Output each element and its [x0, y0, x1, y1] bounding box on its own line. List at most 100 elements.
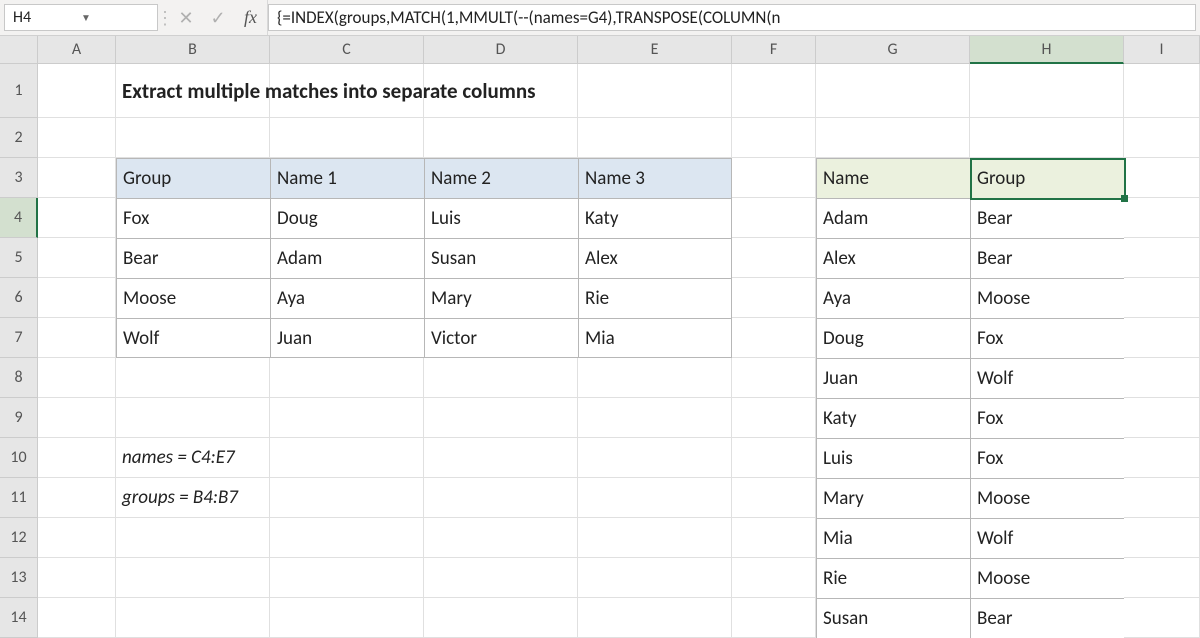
cell-A3[interactable]: [38, 158, 116, 198]
cell-E8[interactable]: [578, 358, 732, 398]
col-header-I[interactable]: I: [1124, 36, 1200, 64]
cell-B11[interactable]: groups = B4:B7: [116, 478, 270, 518]
cell-A8[interactable]: [38, 358, 116, 398]
cell-H1[interactable]: [970, 64, 1124, 118]
cell-C8[interactable]: [270, 358, 424, 398]
cell-F9[interactable]: [732, 398, 816, 438]
cell-F2[interactable]: [732, 118, 816, 158]
cell-H4[interactable]: Bear: [970, 198, 1124, 238]
cell-G2[interactable]: [816, 118, 970, 158]
cell-E12[interactable]: [578, 518, 732, 558]
cell-D12[interactable]: [424, 518, 578, 558]
cell-F1[interactable]: [732, 64, 816, 118]
cell-A6[interactable]: [38, 278, 116, 318]
cell-H11[interactable]: Moose: [970, 478, 1124, 518]
row-header-5[interactable]: 5: [0, 238, 38, 278]
row-header-2[interactable]: 2: [0, 118, 38, 158]
cell-F10[interactable]: [732, 438, 816, 478]
cell-G13[interactable]: Rie: [816, 558, 970, 598]
cell-C4[interactable]: Doug: [270, 198, 424, 238]
cell-H10[interactable]: Fox: [970, 438, 1124, 478]
cell-E2[interactable]: [578, 118, 732, 158]
cell-A5[interactable]: [38, 238, 116, 278]
cell-I4[interactable]: [1124, 198, 1200, 238]
cell-H13[interactable]: Moose: [970, 558, 1124, 598]
cell-C6[interactable]: Aya: [270, 278, 424, 318]
cell-I9[interactable]: [1124, 398, 1200, 438]
cell-F13[interactable]: [732, 558, 816, 598]
cell-G6[interactable]: Aya: [816, 278, 970, 318]
cell-D8[interactable]: [424, 358, 578, 398]
row-header-8[interactable]: 8: [0, 358, 38, 398]
col-header-H[interactable]: H: [970, 36, 1124, 64]
name-box[interactable]: H4 ▼: [4, 4, 158, 31]
cell-H14[interactable]: Bear: [970, 598, 1124, 638]
cell-G7[interactable]: Doug: [816, 318, 970, 358]
cell-I8[interactable]: [1124, 358, 1200, 398]
cell-D4[interactable]: Luis: [424, 198, 578, 238]
cell-C10[interactable]: [270, 438, 424, 478]
cell-I6[interactable]: [1124, 278, 1200, 318]
cell-E13[interactable]: [578, 558, 732, 598]
cell-G5[interactable]: Alex: [816, 238, 970, 278]
cell-D7[interactable]: Victor: [424, 318, 578, 358]
select-all-corner[interactable]: [0, 36, 38, 64]
worksheet[interactable]: A B C D E F G H I 1 Extract multiple mat…: [0, 36, 1200, 630]
cell-G3[interactable]: Name: [816, 158, 970, 198]
cell-H12[interactable]: Wolf: [970, 518, 1124, 558]
cell-D11[interactable]: [424, 478, 578, 518]
cell-F12[interactable]: [732, 518, 816, 558]
cell-C7[interactable]: Juan: [270, 318, 424, 358]
cell-C12[interactable]: [270, 518, 424, 558]
cell-D10[interactable]: [424, 438, 578, 478]
col-header-D[interactable]: D: [424, 36, 578, 64]
cell-B2[interactable]: [116, 118, 270, 158]
row-header-10[interactable]: 10: [0, 438, 38, 478]
cell-F11[interactable]: [732, 478, 816, 518]
cell-B9[interactable]: [116, 398, 270, 438]
cell-A11[interactable]: [38, 478, 116, 518]
cell-I12[interactable]: [1124, 518, 1200, 558]
cell-E7[interactable]: Mia: [578, 318, 732, 358]
col-header-F[interactable]: F: [732, 36, 816, 64]
cell-E4[interactable]: Katy: [578, 198, 732, 238]
cell-G12[interactable]: Mia: [816, 518, 970, 558]
cell-B13[interactable]: [116, 558, 270, 598]
row-header-11[interactable]: 11: [0, 478, 38, 518]
cell-I11[interactable]: [1124, 478, 1200, 518]
col-header-C[interactable]: C: [270, 36, 424, 64]
cell-D6[interactable]: Mary: [424, 278, 578, 318]
cell-H2[interactable]: [970, 118, 1124, 158]
cell-H3[interactable]: Group: [970, 158, 1124, 198]
cell-C3[interactable]: Name 1: [270, 158, 424, 198]
cell-D3[interactable]: Name 2: [424, 158, 578, 198]
cell-F14[interactable]: [732, 598, 816, 638]
cell-D2[interactable]: [424, 118, 578, 158]
cell-F4[interactable]: [732, 198, 816, 238]
cell-D5[interactable]: Susan: [424, 238, 578, 278]
cell-G4[interactable]: Adam: [816, 198, 970, 238]
cell-G14[interactable]: Susan: [816, 598, 970, 638]
cell-B12[interactable]: [116, 518, 270, 558]
cell-I1[interactable]: [1124, 64, 1200, 118]
cell-I7[interactable]: [1124, 318, 1200, 358]
cell-F7[interactable]: [732, 318, 816, 358]
col-header-B[interactable]: B: [116, 36, 270, 64]
cell-A13[interactable]: [38, 558, 116, 598]
enter-check-icon[interactable]: ✓: [202, 0, 234, 35]
formula-input[interactable]: {=INDEX(groups,MATCH(1,MMULT(--(names=G4…: [268, 4, 1196, 31]
row-header-14[interactable]: 14: [0, 598, 38, 638]
cancel-icon[interactable]: ✕: [170, 0, 202, 35]
cell-C2[interactable]: [270, 118, 424, 158]
cell-H5[interactable]: Bear: [970, 238, 1124, 278]
cell-A2[interactable]: [38, 118, 116, 158]
cell-D13[interactable]: [424, 558, 578, 598]
cell-I13[interactable]: [1124, 558, 1200, 598]
cell-C14[interactable]: [270, 598, 424, 638]
cell-E5[interactable]: Alex: [578, 238, 732, 278]
row-header-1[interactable]: 1: [0, 64, 38, 118]
row-header-7[interactable]: 7: [0, 318, 38, 358]
cell-C9[interactable]: [270, 398, 424, 438]
cell-H9[interactable]: Fox: [970, 398, 1124, 438]
cell-I14[interactable]: [1124, 598, 1200, 638]
